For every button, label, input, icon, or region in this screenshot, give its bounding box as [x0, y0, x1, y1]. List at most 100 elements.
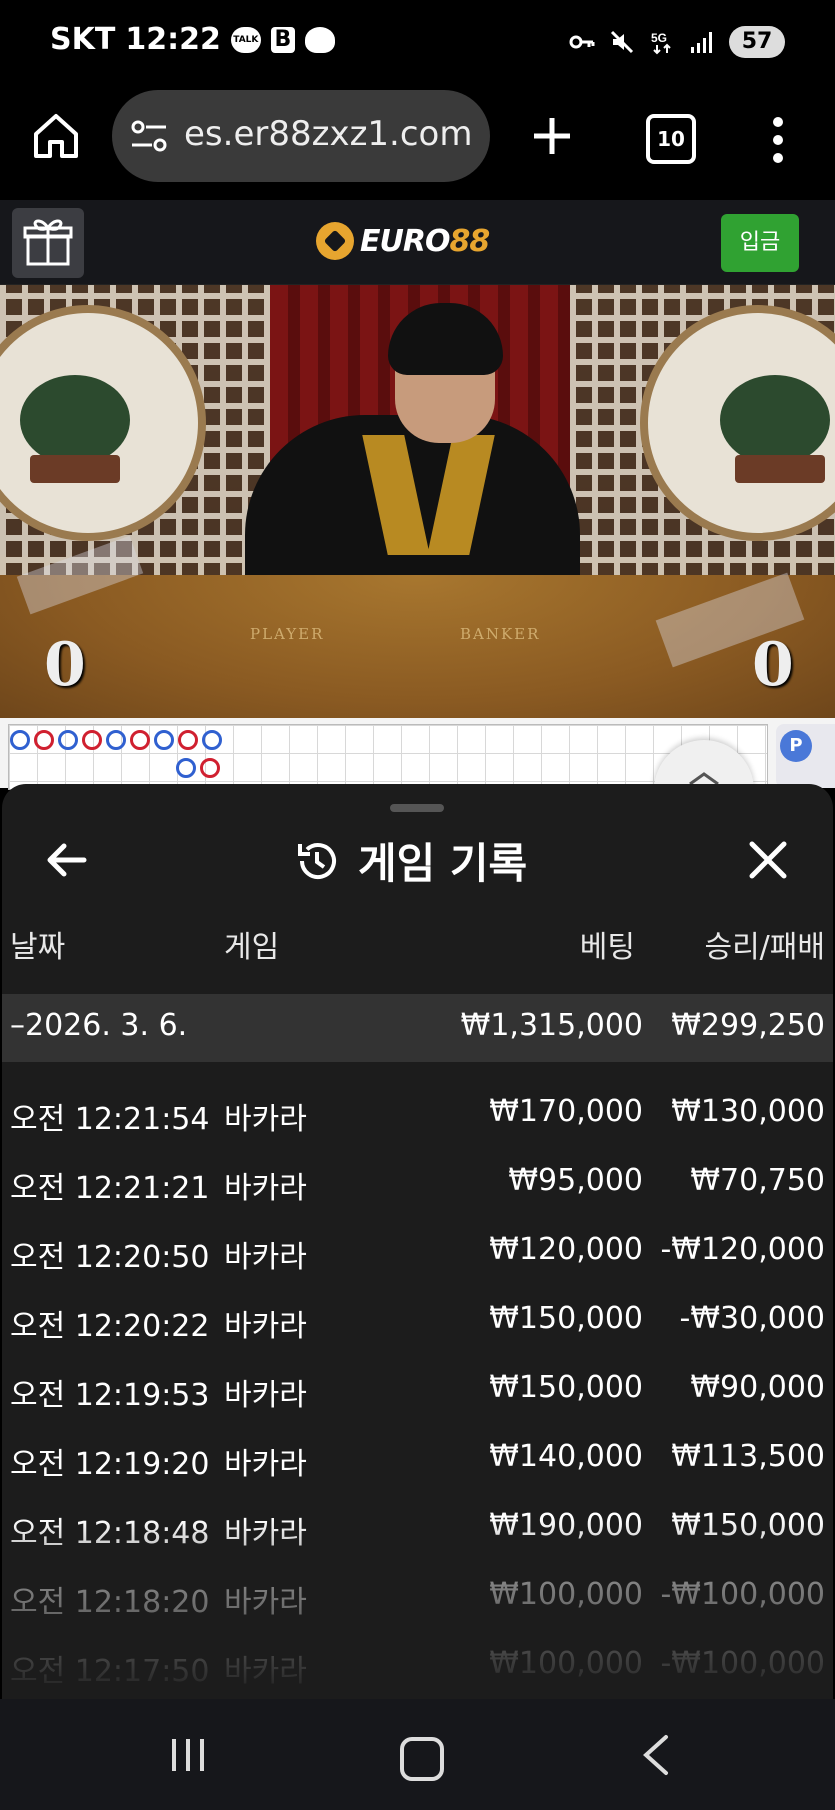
road-bead-red — [178, 730, 198, 750]
browser-toolbar: es.er88zxz1.com 10 — [0, 86, 835, 200]
column-header-win-loss[interactable]: 승리/패배 — [704, 922, 825, 966]
row-bet: ₩95,000 — [508, 1163, 643, 1198]
row-game: 바카라 — [224, 1309, 307, 1344]
row-win-loss: ₩90,000 — [690, 1370, 825, 1405]
history-row[interactable]: 오전 12:19:20 바카라 ₩140,000 ₩113,500 — [2, 1429, 833, 1498]
road-bead-red — [200, 758, 220, 778]
row-game: 바카라 — [224, 1447, 307, 1482]
more-menu-icon[interactable] — [768, 114, 788, 166]
battery-indicator: 57 — [729, 26, 785, 58]
carrier-label: SKT — [50, 22, 116, 57]
recent-apps-icon[interactable] — [168, 1735, 208, 1775]
gift-button[interactable] — [12, 208, 84, 278]
b-app-icon: B — [270, 26, 295, 53]
tab-switcher-button[interactable]: 10 — [646, 114, 696, 164]
road-row-2 — [176, 758, 220, 778]
signal-icon — [691, 32, 712, 53]
row-win-loss: -₩120,000 — [660, 1232, 825, 1267]
address-bar[interactable]: es.er88zxz1.com — [112, 90, 490, 182]
cloud-icon — [304, 26, 335, 53]
site-header: EURO88 입금 — [0, 200, 835, 285]
deposit-button[interactable]: 입금 — [721, 214, 799, 272]
back-arrow-icon[interactable] — [40, 834, 92, 886]
history-row[interactable]: 오전 12:20:50 바카라 ₩120,000 -₩120,000 — [2, 1222, 833, 1291]
close-icon[interactable] — [742, 834, 794, 886]
history-row[interactable]: 오전 12:21:54 바카라 ₩170,000 ₩130,000 — [2, 1084, 833, 1153]
player-score: 0 — [44, 630, 86, 700]
sheet-title-text: 게임 기록 — [358, 839, 528, 888]
logo-text-a: EURO — [360, 223, 450, 259]
row-game: 바카라 — [224, 1240, 307, 1275]
column-header-game[interactable]: 게임 — [224, 922, 279, 966]
history-row[interactable]: 오전 12:19:53 바카라 ₩150,000 ₩90,000 — [2, 1360, 833, 1429]
bonsai-left — [20, 375, 130, 465]
row-time: 오전 12:20:22 — [10, 1309, 210, 1344]
sheet-drag-handle[interactable] — [390, 804, 444, 812]
status-bar: SKT 12:22 TALK B 5G 57 — [0, 0, 835, 86]
site-logo[interactable]: EURO88 — [316, 222, 490, 260]
road-bead-red — [82, 730, 102, 750]
road-bead-blue — [176, 758, 196, 778]
new-tab-icon[interactable] — [526, 110, 578, 162]
game-history-sheet: 게임 기록 날짜 게임 베팅 승리/패배 –2026. 3. 6. ₩1,315… — [2, 784, 833, 1699]
logo-text: EURO88 — [360, 223, 490, 259]
list-fade-overlay — [2, 1519, 833, 1699]
svg-text:5G: 5G — [651, 31, 667, 45]
column-header-bet[interactable]: 베팅 — [580, 922, 635, 966]
history-row[interactable]: 오전 12:21:21 바카라 ₩95,000 ₩70,750 — [2, 1153, 833, 1222]
row-game: 바카라 — [224, 1102, 307, 1137]
status-left: SKT 12:22 TALK B — [50, 22, 335, 57]
row-time: 오전 12:21:54 — [10, 1102, 210, 1137]
row-win-loss: -₩30,000 — [679, 1301, 825, 1336]
row-time: 오전 12:20:50 — [10, 1240, 210, 1275]
pot-left — [30, 455, 120, 483]
row-win-loss: ₩70,750 — [690, 1163, 825, 1198]
date-summary-row[interactable]: –2026. 3. 6. ₩1,315,000 ₩299,250 — [2, 994, 833, 1062]
mute-icon — [610, 30, 634, 54]
site-settings-icon[interactable] — [130, 118, 170, 154]
player-marker: P — [780, 730, 812, 762]
row-win-loss: ₩113,500 — [671, 1439, 825, 1474]
row-win-loss: ₩130,000 — [671, 1094, 825, 1129]
row-time: 오전 12:19:53 — [10, 1378, 210, 1413]
5g-icon: 5G — [651, 31, 671, 55]
gift-icon — [23, 219, 73, 266]
road-bead-blue — [58, 730, 78, 750]
row-bet: ₩150,000 — [489, 1370, 643, 1405]
system-nav-bar — [0, 1699, 835, 1810]
key-icon — [569, 35, 595, 49]
pot-right — [735, 455, 825, 483]
row-game: 바카라 — [224, 1378, 307, 1413]
bead-road: P — [0, 718, 835, 800]
road-bead-blue — [154, 730, 174, 750]
road-bead-red — [130, 730, 150, 750]
banker-score: 0 — [752, 630, 794, 700]
road-bead-blue — [106, 730, 126, 750]
row-time: 오전 12:21:21 — [10, 1171, 210, 1206]
column-header-date[interactable]: 날짜 — [10, 922, 65, 966]
road-row-1 — [10, 730, 222, 750]
bonsai-right — [720, 375, 830, 465]
summary-date: –2026. 3. 6. — [10, 1008, 188, 1043]
summary-bet: ₩1,315,000 — [460, 1008, 643, 1043]
row-bet: ₩150,000 — [489, 1301, 643, 1336]
status-time: 12:22 — [125, 22, 221, 57]
nav-back-icon[interactable] — [636, 1733, 676, 1777]
summary-win-loss: ₩299,250 — [671, 1008, 825, 1043]
road-bead-blue — [10, 730, 30, 750]
live-video: PLAYER BANKER 0 0 — [0, 285, 835, 718]
road-bead-blue — [202, 730, 222, 750]
sheet-title: 게임 기록 — [294, 830, 527, 891]
banker-label: BANKER — [460, 625, 541, 643]
soccer-ball-icon — [316, 222, 354, 260]
row-bet: ₩140,000 — [489, 1439, 643, 1474]
row-time: 오전 12:19:20 — [10, 1447, 210, 1482]
player-label: PLAYER — [250, 625, 325, 643]
history-row[interactable]: 오전 12:20:22 바카라 ₩150,000 -₩30,000 — [2, 1291, 833, 1360]
logo-text-b: 88 — [449, 223, 490, 259]
nav-home-button[interactable] — [400, 1737, 444, 1781]
status-right: 5G 57 — [569, 26, 785, 58]
url-text[interactable]: es.er88zxz1.com — [184, 114, 484, 154]
home-icon[interactable] — [30, 110, 82, 162]
kakaotalk-icon: TALK — [230, 26, 261, 53]
